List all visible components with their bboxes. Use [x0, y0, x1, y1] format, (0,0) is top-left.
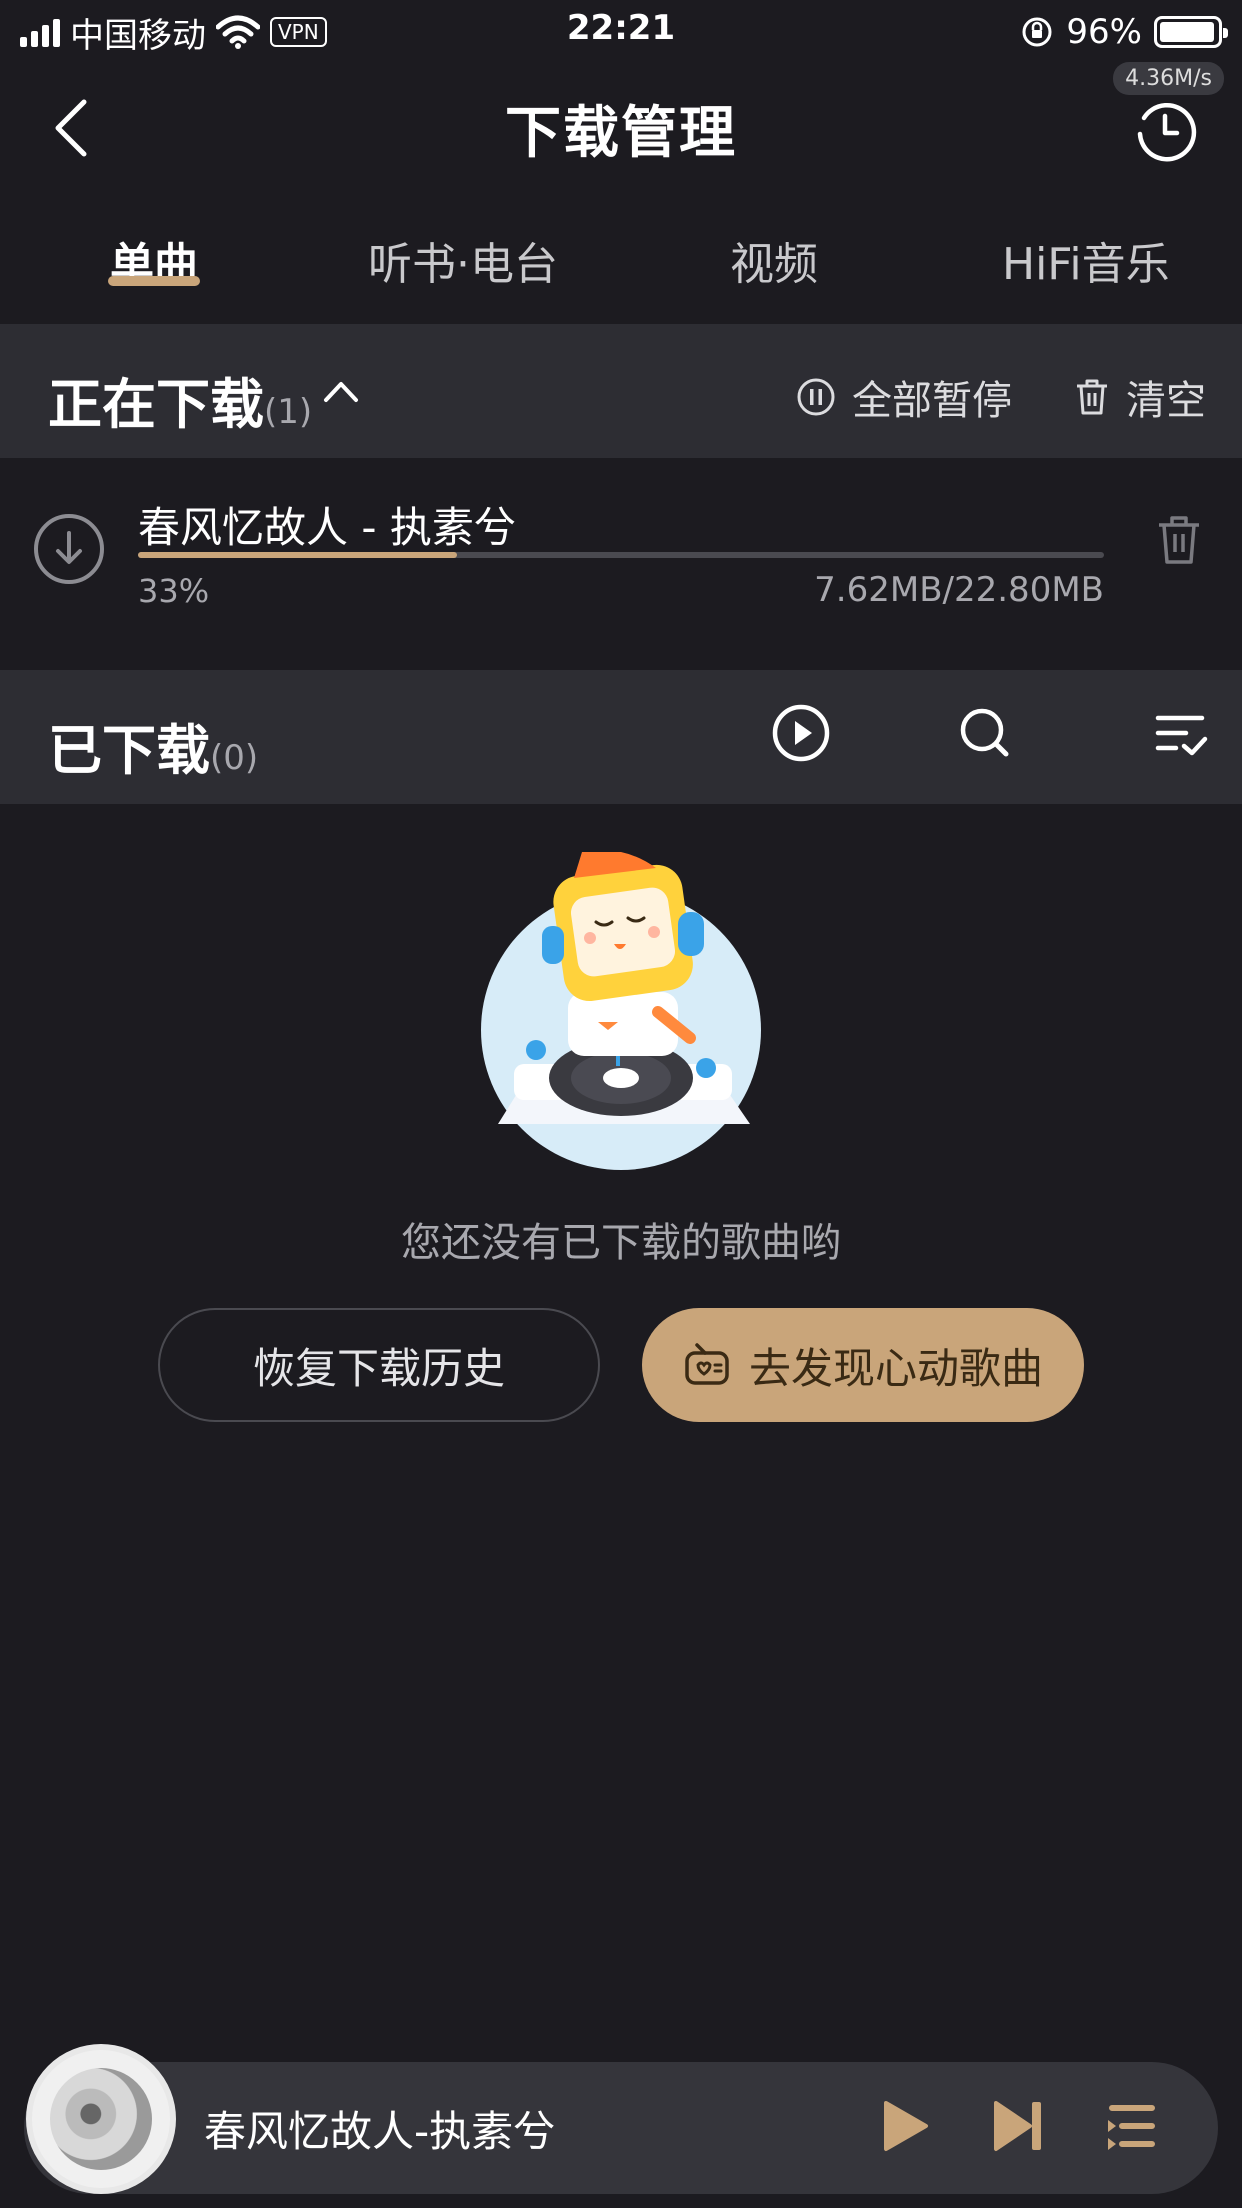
downloading-title: 正在下载(1): [48, 360, 312, 439]
chevron-up-icon[interactable]: [322, 378, 360, 404]
restore-history-button[interactable]: 恢复下载历史: [158, 1308, 600, 1422]
history-icon[interactable]: [1132, 98, 1198, 164]
discover-songs-label: 去发现心动歌曲: [748, 1343, 1043, 1393]
downloading-section-header: 正在下载(1) 全部暂停 清空: [0, 324, 1242, 458]
multi-select-icon[interactable]: [1148, 700, 1214, 766]
download-speed-badge: 4.36M/s: [1113, 62, 1224, 95]
rotation-lock-icon: [1022, 17, 1052, 47]
tab-audiobook-radio[interactable]: 听书·电台: [368, 228, 558, 292]
battery-percent: 96%: [1066, 12, 1142, 52]
empty-state-text: 您还没有已下载的歌曲哟: [401, 1220, 841, 1266]
playlist-icon[interactable]: [1104, 2098, 1160, 2154]
download-progress-fill: [138, 552, 457, 558]
status-bar: 中国移动 VPN 22:21 96%: [0, 0, 1242, 62]
restore-history-label: 恢复下载历史: [252, 1343, 505, 1393]
downloaded-section-header: 已下载(0): [0, 670, 1242, 804]
download-progress-bar: [138, 552, 1104, 558]
category-tabs: 单曲 听书·电台 视频 HiFi音乐: [0, 210, 1242, 310]
empty-state-illustration: [481, 852, 761, 1170]
downloaded-title-text: 已下载: [48, 719, 210, 782]
downloading-title-text: 正在下载: [48, 373, 264, 436]
play-icon[interactable]: [876, 2098, 932, 2154]
tab-hifi-music[interactable]: HiFi音乐: [1002, 228, 1170, 292]
download-percent: 33%: [138, 572, 210, 610]
now-playing-title: 春风忆故人-执素兮: [204, 2107, 556, 2156]
downloaded-count: (0): [210, 738, 259, 778]
tab-video[interactable]: 视频: [730, 228, 818, 292]
clear-label: 清空: [1126, 378, 1206, 424]
download-item[interactable]: 春风忆故人 - 执素兮 33% 7.62MB/22.80MB: [0, 458, 1242, 668]
battery-icon: [1154, 16, 1228, 48]
delete-icon[interactable]: [1156, 514, 1202, 566]
trash-icon: [1077, 379, 1107, 415]
download-song-title: 春风忆故人 - 执素兮: [138, 503, 516, 552]
album-artwork: [50, 2068, 152, 2170]
discover-songs-button[interactable]: 去发现心动歌曲: [642, 1308, 1084, 1422]
page-title: 下载管理: [505, 101, 737, 166]
pause-all-button[interactable]: 全部暂停: [796, 368, 1012, 426]
download-arrow-icon: [34, 514, 104, 584]
search-icon[interactable]: [952, 700, 1018, 766]
clear-button[interactable]: 清空: [1074, 368, 1206, 426]
pause-icon: [797, 378, 835, 416]
pause-all-label: 全部暂停: [852, 378, 1012, 424]
navigation-bar: 下载管理 4.36M/s: [0, 62, 1242, 192]
album-cover[interactable]: [26, 2044, 176, 2194]
next-track-icon[interactable]: [990, 2098, 1046, 2154]
downloading-count: (1): [264, 392, 313, 432]
downloaded-title: 已下载(0): [48, 706, 258, 785]
play-all-icon[interactable]: [768, 700, 834, 766]
download-size: 7.62MB/22.80MB: [814, 570, 1104, 610]
active-tab-indicator: [108, 276, 200, 286]
radio-heart-icon: [685, 1343, 729, 1385]
